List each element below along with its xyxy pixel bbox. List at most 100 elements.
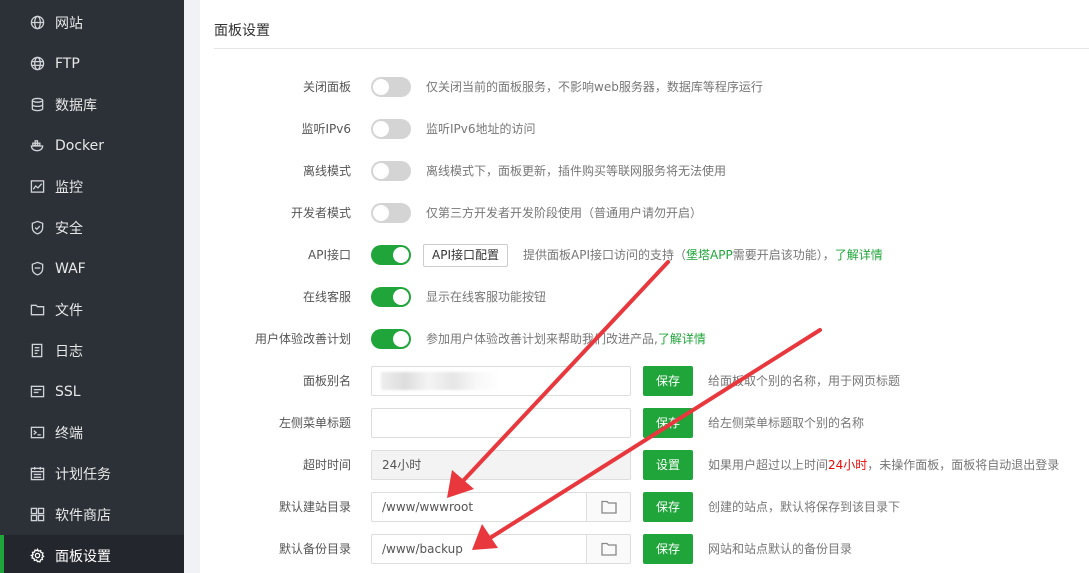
calendar-task-icon: [29, 466, 45, 482]
monitor-chart-icon: [29, 179, 45, 195]
gear-icon: [29, 548, 45, 564]
setting-description: 仅第三方开发者开发阶段使用（普通用户请勿开启）: [426, 206, 703, 220]
setting-description: 仅关闭当前的面板服务，不影响web服务器，数据库等程序运行: [426, 80, 763, 94]
ftp-globe-icon: [29, 56, 45, 72]
sidebar-item-logs[interactable]: 日志: [0, 330, 184, 371]
sidebar-item-website[interactable]: 网站: [0, 2, 184, 43]
sidebar-item-label: FTP: [55, 55, 80, 72]
ux-learn-more-link[interactable]: 了解详情: [658, 332, 706, 346]
setting-row-developer: 开发者模式 仅第三方开发者开发阶段使用（普通用户请勿开启）: [200, 197, 1089, 229]
setting-description: 监听IPv6地址的访问: [426, 122, 536, 136]
setting-description: 参加用户体验改善计划来帮助我们改进产品,了解详情: [426, 323, 706, 355]
save-alias-button[interactable]: 保存: [643, 366, 693, 396]
globe-icon: [29, 15, 45, 31]
setting-description: 提供面板API接口访问的支持（堡塔APP需要开启该功能），了解详情: [523, 239, 883, 271]
sidebar-item-waf[interactable]: WAF: [0, 248, 184, 289]
setting-description: 给面板取个别的名称，用于网页标题: [708, 374, 901, 388]
setting-label: 监听IPv6: [301, 122, 351, 136]
setting-label: 超时时间: [302, 458, 351, 472]
setting-row-online-service: 在线客服 显示在线客服功能按钮: [200, 281, 1089, 313]
setting-label: 左侧菜单标题: [278, 416, 351, 430]
sidebar-item-label: 网站: [55, 15, 83, 32]
setting-label: 开发者模式: [290, 206, 351, 220]
ssl-certificate-icon: [29, 384, 45, 400]
setting-description: 创建的站点，默认将保存到该目录下: [708, 500, 901, 514]
sidebar-item-terminal[interactable]: 终端: [0, 412, 184, 453]
desc-text: 提供面板API接口访问的支持（: [523, 248, 686, 262]
setting-label: 用户体验改善计划: [254, 332, 351, 346]
developer-mode-toggle[interactable]: [371, 203, 411, 223]
setting-label: 离线模式: [302, 164, 351, 178]
setting-row-alias: 面板别名 保存 给面板取个别的名称，用于网页标题: [200, 365, 1089, 397]
sidebar-item-docker[interactable]: Docker: [0, 125, 184, 166]
panel-divider: [214, 48, 1089, 49]
setting-row-ux-plan: 用户体验改善计划 参加用户体验改善计划来帮助我们改进产品,了解详情: [200, 323, 1089, 355]
sidebar-item-monitor[interactable]: 监控: [0, 166, 184, 207]
setting-description: 网站和站点默认的备份目录: [708, 542, 853, 556]
setting-label: API接口: [308, 248, 351, 262]
sidebar-item-label: SSL: [55, 383, 81, 400]
site-dir-browse-button[interactable]: [587, 492, 631, 522]
api-config-button[interactable]: API接口配置: [423, 244, 508, 267]
online-service-toggle[interactable]: [371, 287, 411, 307]
sidebar-item-ssl[interactable]: SSL: [0, 371, 184, 412]
sidebar-item-ftp[interactable]: FTP: [0, 43, 184, 84]
database-icon: [29, 97, 45, 113]
sidebar-item-label: 数据库: [55, 97, 97, 114]
redacted-blur: [381, 372, 501, 390]
save-menu-title-button[interactable]: 保存: [643, 408, 693, 438]
setting-label: 在线客服: [302, 290, 351, 304]
setting-label: 面板别名: [302, 374, 351, 388]
backup-dir-input[interactable]: /www/backup: [371, 534, 587, 564]
setting-description: 离线模式下，面板更新，插件购买等联网服务将无法使用: [426, 164, 727, 178]
sidebar: 网站 FTP 数据库 Docker 监控 安全 WAF 文件 日志 SSL 终端: [0, 0, 184, 573]
setting-row-ipv6: 监听IPv6 监听IPv6地址的访问: [200, 113, 1089, 145]
desc-text: 参加用户体验改善计划来帮助我们改进产品,: [426, 332, 658, 346]
setting-row-timeout: 超时时间 24小时 设置 如果用户超过以上时间24小时，未操作面板，面板将自动退…: [200, 449, 1089, 481]
setting-label: 默认备份目录: [278, 542, 351, 556]
folder-icon: [29, 302, 45, 318]
desc-text: 如果用户超过以上时间: [708, 458, 829, 472]
save-backup-dir-button[interactable]: 保存: [643, 534, 693, 564]
sidebar-item-label: 计划任务: [55, 466, 111, 483]
sidebar-item-cron[interactable]: 计划任务: [0, 453, 184, 494]
sidebar-item-label: 监控: [55, 179, 83, 196]
sidebar-item-label: 安全: [55, 220, 83, 237]
main-content: 面板设置 关闭面板 仅关闭当前的面板服务，不影响web服务器，数据库等程序运行 …: [184, 0, 1089, 573]
sidebar-item-files[interactable]: 文件: [0, 289, 184, 330]
desc-highlight: 24小时: [828, 458, 868, 472]
setting-description: 显示在线客服功能按钮: [426, 290, 547, 304]
desc-text: ，未操作面板，面板将自动退出登录: [867, 458, 1060, 472]
sidebar-item-database[interactable]: 数据库: [0, 84, 184, 125]
terminal-icon: [29, 425, 45, 441]
sidebar-item-panel-settings[interactable]: 面板设置: [0, 535, 184, 573]
site-dir-input[interactable]: /www/wwwroot: [371, 492, 587, 522]
ipv6-toggle[interactable]: [371, 119, 411, 139]
api-learn-more-link[interactable]: 了解详情: [835, 248, 883, 262]
desc-text: 需要开启该功能），: [732, 248, 835, 262]
ux-plan-toggle[interactable]: [371, 329, 411, 349]
sidebar-item-label: WAF: [55, 260, 86, 277]
sidebar-item-label: 软件商店: [55, 507, 111, 524]
folder-icon: [600, 542, 617, 556]
timeout-set-button[interactable]: 设置: [643, 450, 693, 480]
panel-title: 面板设置: [214, 23, 270, 39]
setting-row-site-dir: 默认建站目录 /www/wwwroot 保存 创建的站点，默认将保存到该目录下: [200, 491, 1089, 523]
menu-title-input[interactable]: [371, 408, 631, 438]
backup-dir-browse-button[interactable]: [587, 534, 631, 564]
sidebar-item-app-store[interactable]: 软件商店: [0, 494, 184, 535]
sidebar-item-label: 终端: [55, 425, 83, 442]
sidebar-item-security[interactable]: 安全: [0, 207, 184, 248]
close-panel-toggle[interactable]: [371, 77, 411, 97]
offline-mode-toggle[interactable]: [371, 161, 411, 181]
setting-row-api: API接口 API接口配置 提供面板API接口访问的支持（堡塔APP需要开启该功…: [200, 239, 1089, 271]
setting-label: 默认建站目录: [278, 500, 351, 514]
sidebar-item-label: 文件: [55, 302, 83, 319]
setting-row-menu-title: 左侧菜单标题 保存 给左侧菜单标题取个别的名称: [200, 407, 1089, 439]
save-site-dir-button[interactable]: 保存: [643, 492, 693, 522]
folder-icon: [600, 500, 617, 514]
sidebar-item-label: 面板设置: [55, 548, 111, 565]
app-grid-icon: [29, 507, 45, 523]
api-toggle[interactable]: [371, 245, 411, 265]
log-document-icon: [29, 343, 45, 359]
